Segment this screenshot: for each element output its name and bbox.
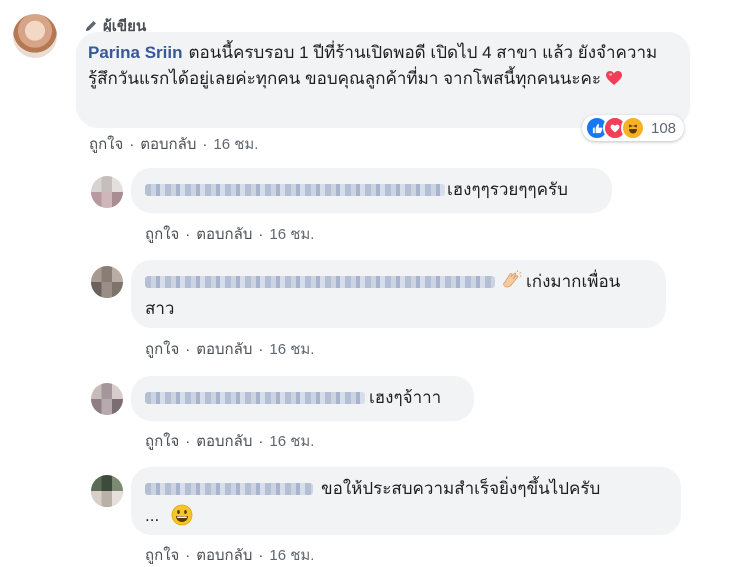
- reaction-summary[interactable]: 108: [582, 115, 685, 141]
- separator-dot: ·: [258, 340, 264, 358]
- haha-reaction-icon: [621, 116, 645, 140]
- separator-dot: ·: [185, 432, 191, 450]
- reaction-count: 108: [651, 119, 677, 137]
- reply-avatar[interactable]: [91, 475, 123, 507]
- blurred-username: [145, 483, 313, 495]
- reply-text: เฮงๆๆรวยๆๆครับ: [447, 180, 568, 199]
- reply-avatar[interactable]: [91, 266, 123, 298]
- separator-dot: ·: [185, 546, 191, 564]
- pencil-icon: [84, 19, 98, 33]
- reply-bubble: เฮงๆจ้าาา: [131, 376, 474, 421]
- like-link[interactable]: ถูกใจ: [145, 429, 179, 453]
- reply-text: ขอให้ประสบความสำเร็จยิ่งๆขึ้นไปครับ: [321, 479, 601, 498]
- heart-icon: [605, 68, 623, 94]
- reply-timestamp[interactable]: 16 ชม.: [269, 429, 314, 453]
- separator-dot: ·: [202, 135, 208, 153]
- reply-link[interactable]: ตอบกลับ: [196, 429, 252, 453]
- reply-timestamp[interactable]: 16 ชม.: [269, 222, 314, 246]
- separator-dot: ·: [258, 225, 264, 243]
- reply-text: เฮงๆจ้าาา: [369, 388, 442, 407]
- like-link[interactable]: ถูกใจ: [89, 132, 123, 156]
- reply-actions: ถูกใจ · ตอบกลับ · 16 ชม.: [145, 222, 314, 246]
- separator-dot: ·: [185, 225, 191, 243]
- reply-actions: ถูกใจ · ตอบกลับ · 16 ชม.: [145, 337, 314, 361]
- grinning-face-icon: [171, 504, 193, 534]
- separator-dot: ·: [258, 432, 264, 450]
- blurred-username: [145, 392, 365, 404]
- like-link[interactable]: ถูกใจ: [145, 222, 179, 246]
- author-avatar[interactable]: [13, 14, 57, 58]
- reply-text-continued: ...: [145, 506, 160, 525]
- reply-avatar[interactable]: [91, 176, 123, 208]
- reply-avatar[interactable]: [91, 383, 123, 415]
- blurred-username: [145, 184, 445, 196]
- blurred-username: [145, 276, 495, 288]
- reply-bubble: เฮงๆๆรวยๆๆครับ: [131, 168, 612, 213]
- separator-dot: ·: [185, 340, 191, 358]
- comment-bubble: Parina Sriin ตอนนี้ครบรอบ 1 ปีที่ร้านเปิด…: [76, 32, 690, 128]
- reply-actions: ถูกใจ · ตอบกลับ · 16 ชม.: [145, 543, 314, 567]
- author-name[interactable]: Parina Sriin: [88, 43, 182, 62]
- like-link[interactable]: ถูกใจ: [145, 543, 179, 567]
- reply-link[interactable]: ตอบกลับ: [140, 132, 196, 156]
- reply-timestamp[interactable]: 16 ชม.: [269, 543, 314, 567]
- separator-dot: ·: [129, 135, 135, 153]
- reply-text: เก่งมากเพื่อน: [526, 272, 621, 291]
- reply-link[interactable]: ตอบกลับ: [196, 337, 252, 361]
- reply-timestamp[interactable]: 16 ชม.: [269, 337, 314, 361]
- clapping-hands-icon: [500, 270, 522, 300]
- reply-actions: ถูกใจ · ตอบกลับ · 16 ชม.: [145, 429, 314, 453]
- comment-actions: ถูกใจ · ตอบกลับ · 16 ชม.: [89, 132, 258, 156]
- reply-bubble: ขอให้ประสบความสำเร็จยิ่งๆขึ้นไปครับ ...: [131, 467, 681, 535]
- reply-link[interactable]: ตอบกลับ: [196, 543, 252, 567]
- reply-text-continued: สาว: [145, 299, 175, 318]
- like-link[interactable]: ถูกใจ: [145, 337, 179, 361]
- reply-link[interactable]: ตอบกลับ: [196, 222, 252, 246]
- reply-bubble: เก่งมากเพื่อน สาว: [131, 260, 666, 328]
- separator-dot: ·: [258, 546, 264, 564]
- comment-timestamp[interactable]: 16 ชม.: [213, 132, 258, 156]
